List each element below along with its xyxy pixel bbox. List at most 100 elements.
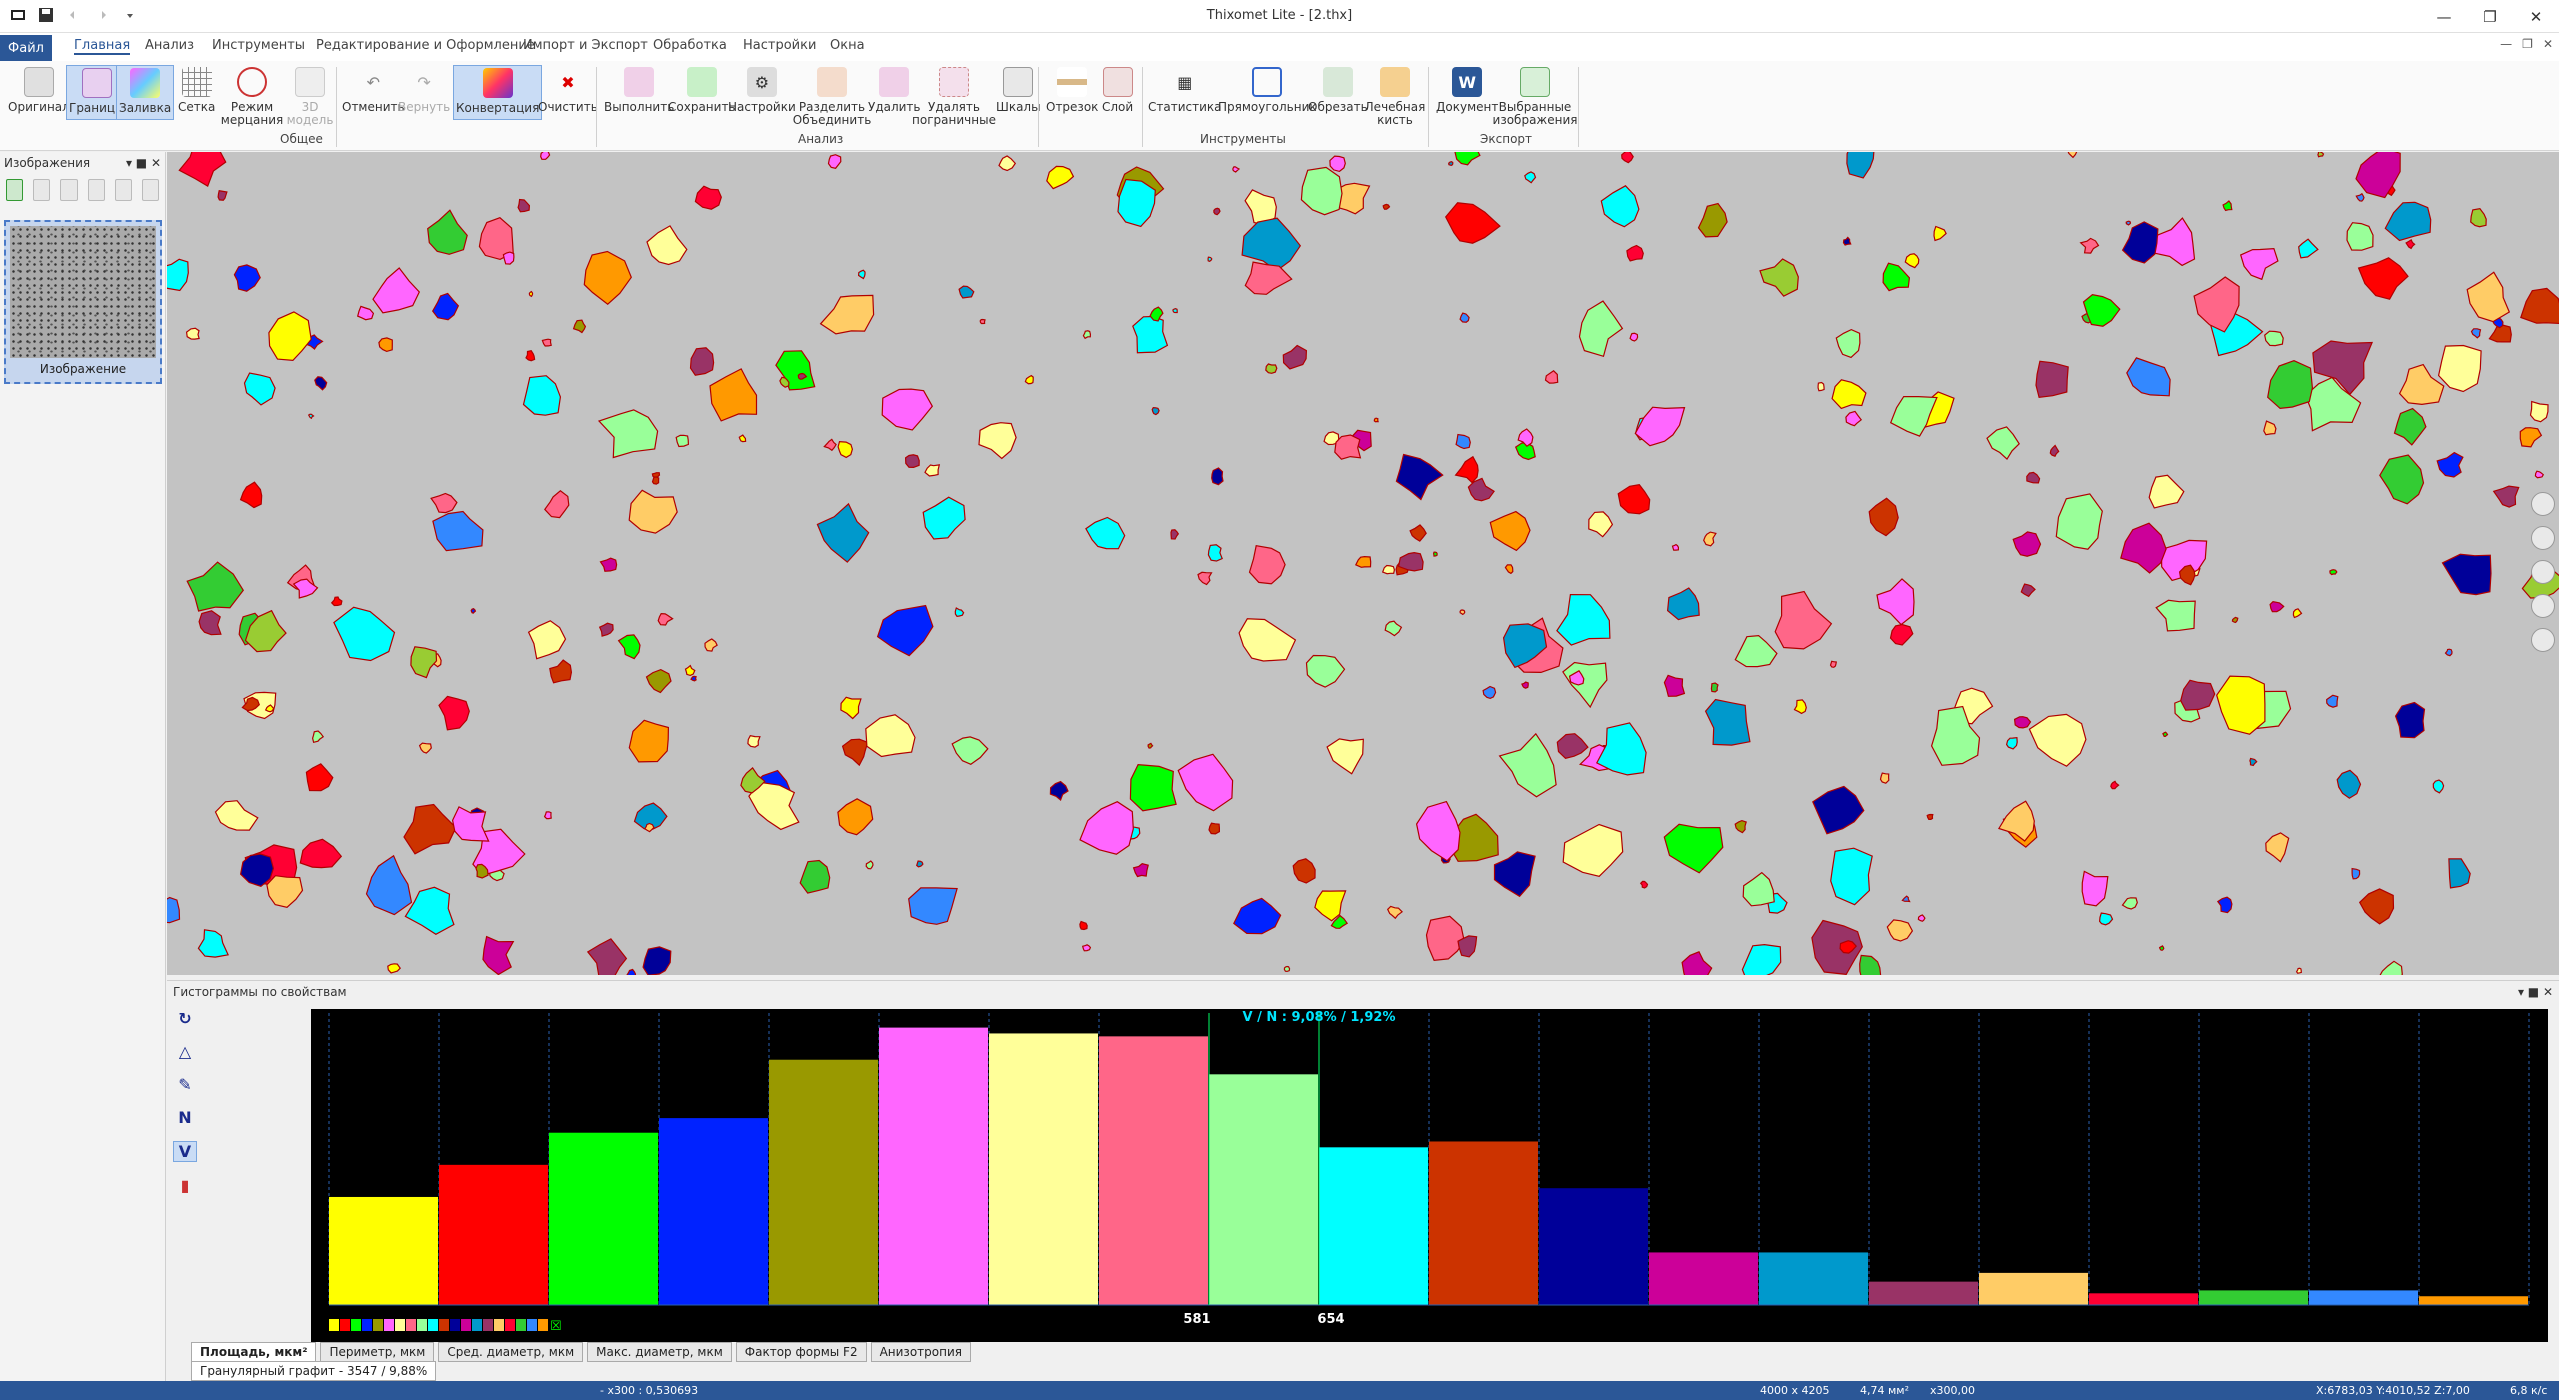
histogram-bar-18[interactable] (2199, 1290, 2308, 1305)
convert-button[interactable]: Конвертация (453, 65, 543, 120)
histogram-bar-8[interactable] (1099, 1036, 1208, 1305)
histogram-bar-11[interactable] (1429, 1141, 1538, 1305)
legend-swatch[interactable] (395, 1319, 405, 1331)
fill-button[interactable]: Заливка (116, 65, 175, 120)
statistics-button[interactable]: ▦ Статистика (1148, 67, 1222, 114)
mdi-close-icon[interactable]: ✕ (2543, 37, 2553, 51)
n-mode-button[interactable]: N (178, 1108, 191, 1127)
histogram-bar-17[interactable] (2089, 1293, 2198, 1305)
tab-windows[interactable]: Окна (830, 38, 865, 53)
tab-granular-graphite[interactable]: Гранулярный графит - 3547 / 9,88% (191, 1361, 437, 1381)
image-icon[interactable] (33, 179, 51, 201)
zoom-select-icon[interactable] (2531, 628, 2555, 652)
legend-swatch[interactable] (406, 1319, 416, 1331)
healing-brush-button[interactable]: Лечебная кисть (1365, 67, 1425, 127)
mdi-restore-icon[interactable]: ❐ (2522, 37, 2533, 51)
legend-swatch[interactable] (439, 1319, 449, 1331)
histogram-bar-20[interactable] (2419, 1296, 2528, 1305)
execute-button[interactable]: Выполнить (604, 67, 674, 114)
legend-swatch[interactable] (450, 1319, 460, 1331)
mdi-minimize-icon[interactable]: — (2500, 37, 2512, 51)
save-icon[interactable] (38, 7, 54, 23)
tab-anisotropy[interactable]: Анизотропия (870, 1342, 971, 1362)
legend-swatch[interactable] (362, 1319, 372, 1331)
tab-analysis[interactable]: Анализ (145, 38, 194, 53)
histogram-bar-19[interactable] (2309, 1290, 2418, 1305)
layers-icon[interactable] (114, 179, 132, 201)
image-settings-icon[interactable] (87, 179, 105, 201)
histogram-panel-controls[interactable]: ▾ ■ ✕ (2518, 985, 2553, 999)
refresh-icon[interactable]: ↻ (178, 1009, 191, 1028)
legend-swatch[interactable] (494, 1319, 504, 1331)
histogram-bar-2[interactable] (439, 1164, 548, 1305)
legend-swatch[interactable] (461, 1319, 471, 1331)
undo-icon[interactable] (66, 7, 82, 23)
save-analysis-button[interactable]: Сохранить (668, 67, 736, 114)
tab-tools[interactable]: Инструменты (212, 38, 305, 53)
split-merge-button[interactable]: Разделить Объединить (793, 67, 871, 127)
histogram-bar-14[interactable] (1759, 1252, 1868, 1305)
undo-button[interactable]: ↶ Отменить (342, 67, 405, 114)
legend-close-icon[interactable]: ☒ (550, 1319, 562, 1334)
histogram-chart[interactable]: V / N : 9,08% / 1,92% 581 654 ☒ (311, 1009, 2548, 1342)
edit-icon[interactable]: ✎ (178, 1075, 191, 1094)
image-canvas[interactable] (167, 152, 2559, 975)
legend-swatch[interactable] (516, 1319, 526, 1331)
tab-max-diameter[interactable]: Макс. диаметр, мкм (587, 1342, 732, 1362)
image-thumbnail[interactable]: Изображение (4, 220, 162, 384)
tab-settings[interactable]: Настройки (743, 38, 816, 53)
3d-model-button[interactable]: 3D модель (287, 67, 333, 127)
histogram-bar-16[interactable] (1979, 1272, 2088, 1305)
tab-perimeter[interactable]: Периметр, мкм (320, 1342, 435, 1362)
original-button[interactable]: Оригинал (8, 67, 70, 114)
crop-button[interactable]: Обрезать (1308, 67, 1368, 114)
legend-swatch[interactable] (329, 1319, 339, 1331)
histogram-bar-3[interactable] (549, 1132, 658, 1305)
zoom-in-icon[interactable] (2531, 492, 2555, 516)
histogram-bar-15[interactable] (1869, 1281, 1978, 1305)
histogram-bar-6[interactable] (879, 1027, 988, 1305)
legend-swatch[interactable] (428, 1319, 438, 1331)
file-menu[interactable]: Файл (0, 35, 52, 61)
tab-processing[interactable]: Обработка (653, 38, 727, 53)
rectangle-button[interactable]: Прямоугольник (1218, 67, 1317, 114)
book-icon[interactable]: ▮ (181, 1176, 190, 1195)
delete-border-button[interactable]: Удалять пограничные (912, 67, 996, 127)
analysis-settings-button[interactable]: ⚙ Настройки (728, 67, 796, 114)
legend-swatch[interactable] (417, 1319, 427, 1331)
tab-shape-factor[interactable]: Фактор формы F2 (735, 1342, 867, 1362)
clear-button[interactable]: ✖ Очистить (538, 67, 598, 114)
tab-home[interactable]: Главная (74, 38, 131, 55)
tab-avg-diameter[interactable]: Сред. диаметр, мкм (438, 1342, 584, 1362)
legend-swatch[interactable] (527, 1319, 537, 1331)
close-icon[interactable]: ✕ (2513, 0, 2559, 33)
legend-swatch[interactable] (483, 1319, 493, 1331)
histogram-bar-1[interactable] (329, 1196, 438, 1305)
histogram-bar-9[interactable] (1209, 1074, 1318, 1305)
add-image-icon[interactable] (6, 179, 24, 201)
flicker-mode-button[interactable]: Режим мерцания (221, 67, 283, 127)
grid-button[interactable]: Сетка (178, 67, 215, 114)
legend-swatch[interactable] (538, 1319, 548, 1331)
scales-button[interactable]: Шкалы (996, 67, 1041, 114)
histogram-bar-4[interactable] (659, 1118, 768, 1305)
legend-swatch[interactable] (351, 1319, 361, 1331)
histogram-bar-7[interactable] (989, 1033, 1098, 1305)
zoom-out-icon[interactable] (2531, 526, 2555, 550)
legend-swatch[interactable] (373, 1319, 383, 1331)
distribution-icon[interactable]: △ (179, 1042, 191, 1061)
legend-swatch[interactable] (340, 1319, 350, 1331)
selected-images-button[interactable]: Выбранные изображения (1493, 67, 1577, 127)
tab-import-export[interactable]: Импорт и Экспорт (523, 38, 648, 53)
customize-icon[interactable] (122, 7, 138, 23)
layer-button[interactable]: Слой (1102, 67, 1133, 114)
legend-swatch[interactable] (384, 1319, 394, 1331)
remove-image-icon[interactable] (60, 179, 78, 201)
zoom-actual-icon[interactable] (2531, 594, 2555, 618)
segment-button[interactable]: Отрезок (1046, 67, 1098, 114)
histogram-bar-5[interactable] (769, 1059, 878, 1305)
maximize-icon[interactable]: ❐ (2467, 0, 2513, 33)
tab-editing[interactable]: Редактирование и Оформление (316, 38, 535, 53)
tab-area[interactable]: Площадь, мкм² (191, 1342, 317, 1362)
document-button[interactable]: W Документ (1436, 67, 1498, 114)
